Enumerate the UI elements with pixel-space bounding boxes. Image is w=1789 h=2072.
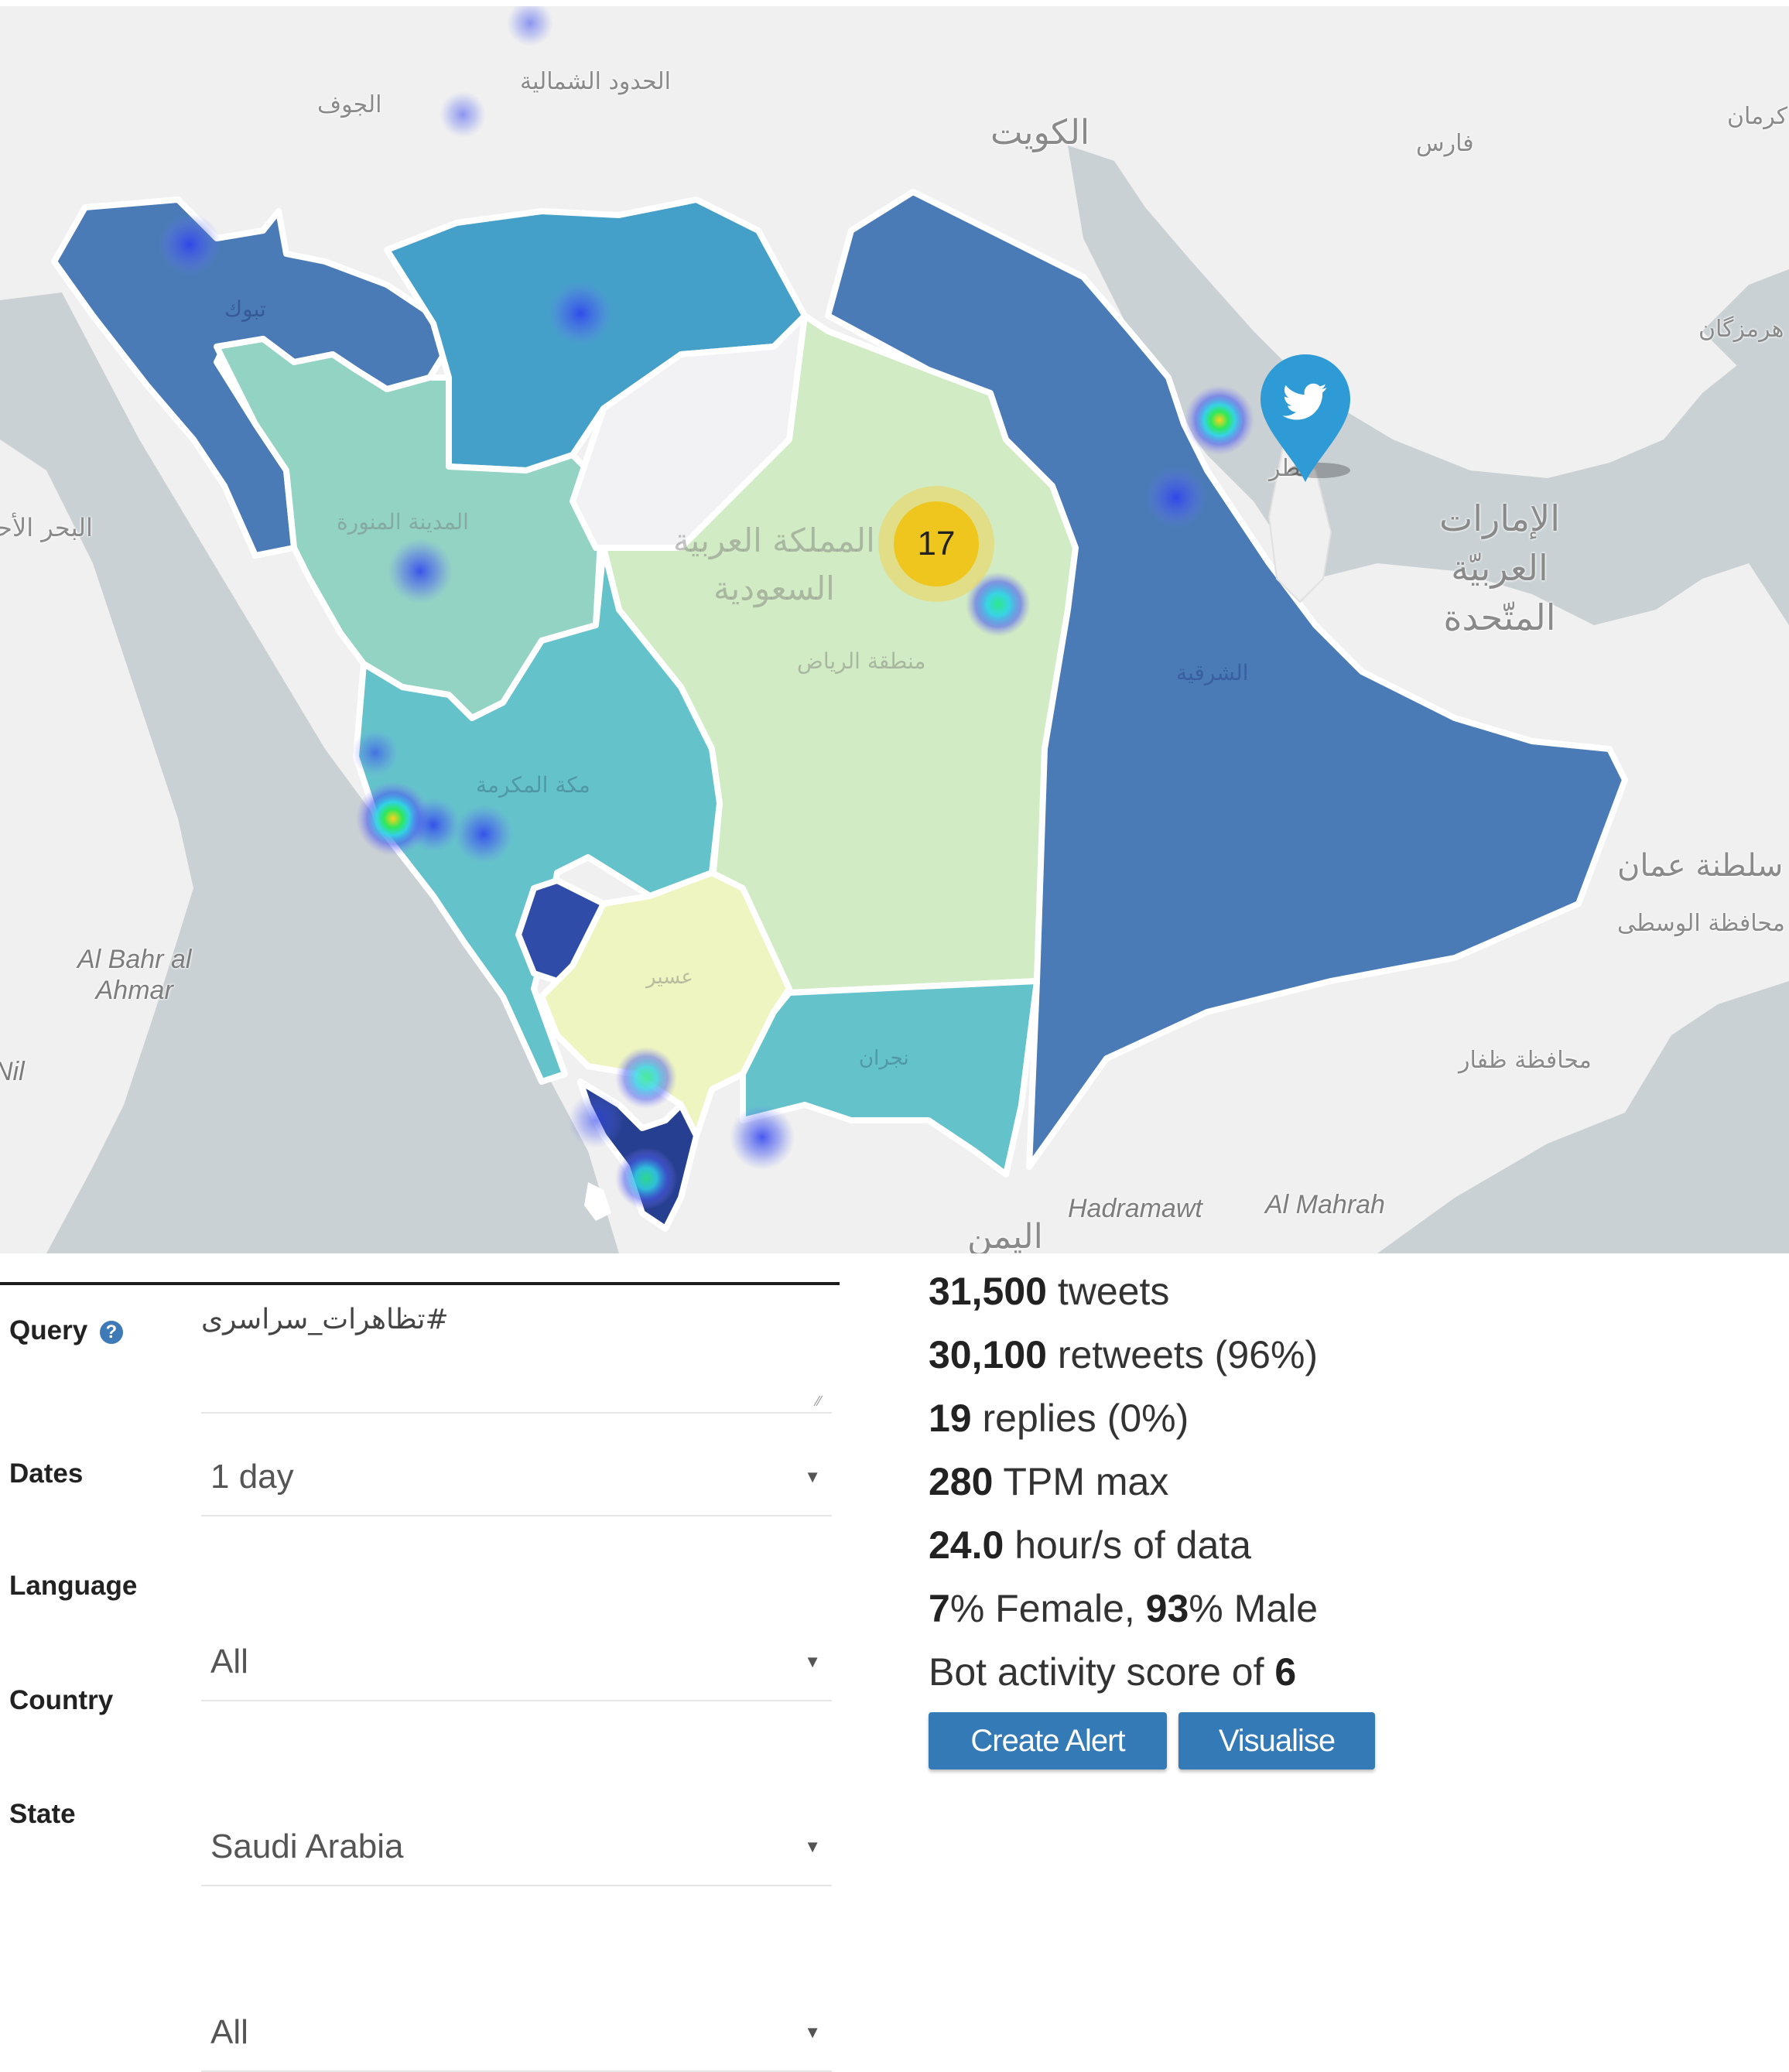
label-hormozgan: هرمزگان (1698, 316, 1784, 343)
state-label: State (9, 1799, 76, 1829)
heat-spot (548, 281, 613, 346)
choropleth-map[interactable]: الجوف الحدود الشمالية الكويت فارس كرمان … (0, 6, 1789, 1253)
label-tabuk: تبوك (224, 296, 266, 322)
label-kuwait: الكويت (990, 113, 1090, 152)
label-makkah: مكة المكرمة (476, 772, 590, 798)
stat-gender: 7% Female, 93% Male (929, 1586, 1318, 1631)
label-red-sea-en-line: Al Bahr al (77, 945, 192, 974)
stat-bot-text: Bot activity score of (929, 1650, 1275, 1694)
state-select[interactable]: All ▼ (201, 2001, 832, 2072)
country-value: Saudi Arabia (210, 1828, 404, 1865)
language-label: Language (9, 1571, 138, 1601)
stat-replies: 19 replies (0%) (929, 1396, 1189, 1441)
label-uae: الإمارات العربيّة المتّحدة (1439, 494, 1560, 642)
cluster-marker-inner: 17 (894, 501, 979, 586)
stat-retweets-text: retweets (96%) (1046, 1333, 1319, 1376)
language-select[interactable]: All ▼ (201, 1630, 832, 1701)
stat-male-value: 93 (1145, 1587, 1189, 1630)
heat-spot (615, 1147, 677, 1209)
stat-male-text: % Male (1189, 1587, 1319, 1630)
label-red-sea-ar: البحر الأحمر (0, 513, 93, 542)
heat-spot (406, 798, 460, 852)
label-najran: نجران (859, 1047, 909, 1070)
label-riyadh: منطقة الرياض (797, 648, 926, 674)
country-label: Country (9, 1685, 114, 1715)
state-value: All (210, 2013, 248, 2051)
stat-tweets-text: tweets (1046, 1270, 1170, 1313)
label-fars: فارس (1416, 130, 1474, 157)
query-input[interactable] (201, 1304, 832, 1420)
stat-bot-score: Bot activity score of 6 (929, 1650, 1296, 1694)
label-eastern: الشرقية (1176, 660, 1249, 686)
create-alert-button[interactable]: Create Alert (929, 1712, 1167, 1769)
caret-down-icon: ▼ (804, 1837, 821, 1856)
query-label-text: Query (9, 1315, 88, 1345)
stat-hours: 24.0 hour/s of data (929, 1523, 1251, 1568)
help-icon[interactable]: ? (99, 1321, 123, 1344)
label-saudi-arabia: المملكة العربية السعودية (673, 517, 875, 613)
heat-spot (568, 1092, 624, 1148)
heat-spot (615, 1047, 677, 1109)
caret-down-icon: ▼ (804, 2022, 821, 2042)
label-kerman: كرمان (1727, 103, 1788, 130)
dates-label: Dates (9, 1458, 84, 1489)
label-al-wusta: محافظة الوسطى (1617, 910, 1785, 937)
label-red-sea-en: Al Bahr al Ahmar (77, 944, 191, 1006)
caret-down-icon: ▼ (804, 1652, 821, 1671)
stat-tweets: 31,500 tweets (929, 1269, 1169, 1314)
stat-tpm-value: 280 (929, 1460, 994, 1503)
cluster-count: 17 (917, 525, 956, 562)
query-field: ⁄⁄ (201, 1304, 832, 1420)
label-asir: عسير (646, 966, 693, 989)
map-pin-icon (1261, 354, 1350, 482)
query-label: Query ? (9, 1315, 123, 1346)
stat-bot-value: 6 (1274, 1650, 1297, 1694)
visualise-button[interactable]: Visualise (1178, 1712, 1375, 1769)
cluster-marker[interactable]: 17 (878, 486, 994, 602)
heat-spot (507, 6, 553, 46)
heat-spot (159, 214, 221, 275)
heat-spot (388, 539, 453, 603)
label-saudi-arabia-line: المملكة العربية (673, 521, 875, 559)
stat-hours-value: 24.0 (929, 1523, 1004, 1567)
stat-female-text: % Female, (949, 1587, 1146, 1630)
label-hadramawt: Hadramawt (1068, 1194, 1202, 1223)
stat-replies-value: 19 (929, 1397, 972, 1440)
stat-tweets-value: 31,500 (929, 1270, 1047, 1313)
label-northern-borders: الحدود الشمالية (520, 68, 671, 95)
label-oman: سلطنة عمان (1617, 848, 1784, 884)
label-uae-line: العربيّة (1451, 547, 1548, 589)
heat-spot (730, 1105, 795, 1170)
label-uae-line: الإمارات (1439, 497, 1560, 539)
stat-retweets: 30,100 retweets (96%) (929, 1332, 1318, 1377)
section-divider (0, 1282, 840, 1285)
heat-spot (440, 91, 486, 138)
stat-hours-text: hour/s of data (1004, 1523, 1251, 1567)
label-jawf: الجوف (317, 91, 382, 118)
heat-spot (1145, 467, 1207, 528)
arabian-sea (1377, 981, 1789, 1253)
stat-tpm-text: TPM max (993, 1460, 1169, 1503)
label-uae-line: المتّحدة (1443, 597, 1556, 638)
stat-retweets-value: 30,100 (929, 1333, 1047, 1376)
label-nile: Nil (0, 1057, 25, 1086)
label-dhofar: محافظة ظفار (1459, 1047, 1592, 1074)
dates-value: 1 day (210, 1458, 294, 1496)
label-saudi-arabia-line: السعودية (713, 569, 835, 607)
label-al-mahrah: Al Mahrah (1265, 1190, 1385, 1219)
country-select[interactable]: Saudi Arabia ▼ (201, 1815, 832, 1886)
stat-replies-text: replies (0%) (971, 1397, 1189, 1440)
heat-spot (352, 730, 399, 776)
stat-tpm: 280 TPM max (929, 1459, 1168, 1504)
heat-spot (454, 805, 513, 863)
language-value: All (210, 1643, 248, 1681)
dates-select[interactable]: 1 day ▼ (201, 1445, 832, 1516)
label-yemen: اليمن (967, 1217, 1043, 1253)
resize-handle-icon[interactable]: ⁄⁄ (816, 1394, 829, 1408)
heat-spot (1185, 385, 1254, 455)
stat-female-value: 7 (929, 1587, 950, 1630)
label-red-sea-en-line: Ahmar (95, 976, 173, 1005)
caret-down-icon: ▼ (804, 1467, 821, 1486)
label-madinah: المدينة المنورة (337, 509, 469, 535)
